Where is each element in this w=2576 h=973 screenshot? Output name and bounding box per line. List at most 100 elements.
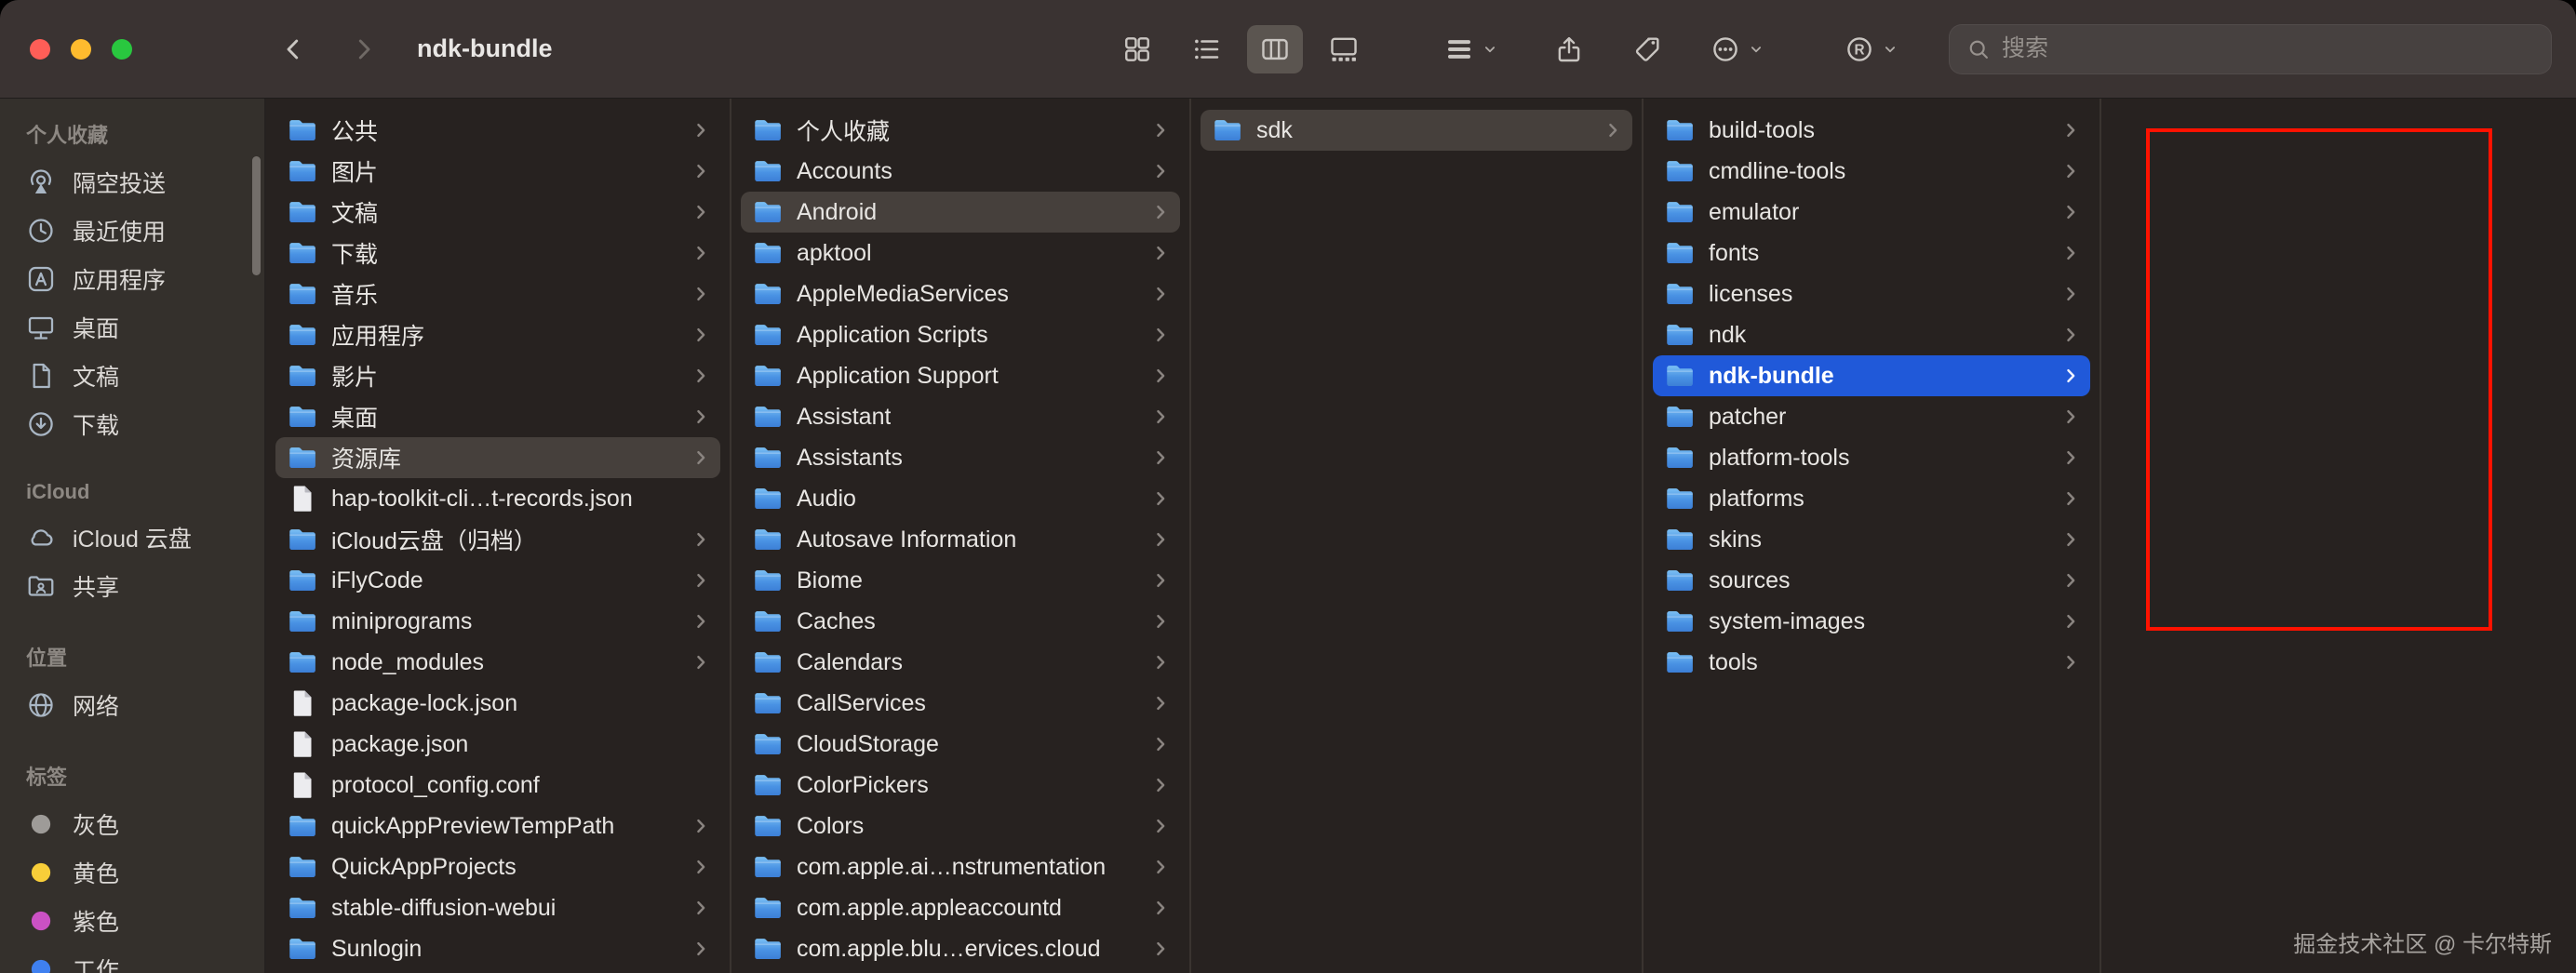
column-item[interactable]: Sunlogin [275,928,720,969]
chevron-right-icon [2060,407,2081,427]
column-item[interactable]: Colors [741,806,1180,846]
column-item[interactable]: protocol_config.conf [275,765,720,806]
sidebar-item[interactable]: 桌面 [0,303,264,352]
column-item[interactable]: hap-toolkit-cli…t-records.json [275,478,720,519]
column-item[interactable]: Assistant [741,396,1180,437]
sidebar-item[interactable]: 紫色 [0,897,264,945]
column-view-button[interactable] [1247,24,1303,73]
sidebar-item[interactable]: 隔空投送 [0,158,264,207]
column-item[interactable]: quickAppPreviewTempPath [275,806,720,846]
column-item[interactable]: skins [1653,519,2090,560]
tag-button[interactable] [1625,27,1670,72]
column-item[interactable]: CloudStorage [741,724,1180,765]
item-label: Application Scripts [797,321,988,348]
column-item[interactable]: 桌面 [275,396,720,437]
column-item[interactable]: patcher [1653,396,2090,437]
column-item[interactable]: com.apple.blu…ervices.cloud [741,928,1180,969]
column-item[interactable]: apktool [741,233,1180,273]
column-item[interactable]: Biome [741,560,1180,601]
sidebar-item[interactable]: 最近使用 [0,207,264,255]
column-item[interactable]: sources [1653,560,2090,601]
column-item[interactable]: Caches [741,601,1180,642]
icon-view-button[interactable] [1109,25,1165,73]
more-actions-button[interactable] [1703,27,1772,72]
sidebar-item[interactable]: 下载 [0,400,264,448]
column-item[interactable]: iFlyCode [275,560,720,601]
folder-icon [287,524,318,555]
column-item[interactable]: platform-tools [1653,437,2090,478]
column-item[interactable]: system-images [1653,601,2090,642]
column-item[interactable]: Application Support [741,355,1180,396]
column-item[interactable]: ndk-bundle [1653,355,2090,396]
column-item[interactable]: emulator [1653,192,2090,233]
column-item[interactable]: Audio [741,478,1180,519]
column-item[interactable]: 公共 [275,110,720,151]
column-item[interactable]: ColorPickers [741,765,1180,806]
column-item[interactable]: com.apple.ai…nstrumentation [741,846,1180,887]
column-item[interactable]: node_modules [275,642,720,683]
sidebar-item[interactable]: 网络 [0,681,264,729]
column-item[interactable]: Android [741,192,1180,233]
column-item[interactable]: stable-diffusion-webui [275,887,720,928]
column-item[interactable]: tools [1653,642,2090,683]
sidebar-item[interactable]: 灰色 [0,800,264,848]
column-item[interactable]: sdk [1201,110,1632,151]
column-item[interactable]: Calendars [741,642,1180,683]
column-item[interactable]: Assistants [741,437,1180,478]
column-item[interactable]: AppleMediaServices [741,273,1180,314]
column-item[interactable]: Autosave Information [741,519,1180,560]
minimize-button[interactable] [71,38,91,60]
sidebar-item[interactable]: 黄色 [0,848,264,897]
column-item[interactable]: iCloud云盘（归档） [275,519,720,560]
chevron-right-icon [1150,488,1171,509]
column-item[interactable]: QuickAppProjects [275,846,720,887]
sidebar-item[interactable]: 应用程序 [0,255,264,303]
column-item[interactable]: licenses [1653,273,2090,314]
column-item[interactable]: 音乐 [275,273,720,314]
column-item[interactable]: Application Scripts [741,314,1180,355]
sidebar-item-label: 应用程序 [73,268,167,294]
share-button[interactable] [1547,27,1591,72]
folder-icon [752,196,784,228]
back-button[interactable] [272,28,315,71]
list-view-button[interactable] [1178,25,1234,73]
column-item[interactable]: platforms [1653,478,2090,519]
column-item[interactable]: package-lock.json [275,683,720,724]
search-input[interactable] [2002,35,2534,62]
column-item[interactable]: 影片 [275,355,720,396]
column-item[interactable]: com.apple.appleaccountd [741,887,1180,928]
folder-icon [752,442,784,473]
share-icon [1554,34,1584,64]
column-item[interactable]: Accounts [741,151,1180,192]
column-item[interactable]: build-tools [1653,110,2090,151]
group-button[interactable] [1437,27,1506,72]
folder-icon [287,114,318,146]
column-item[interactable]: 下载 [275,233,720,273]
column-item[interactable]: 个人收藏 [741,110,1180,151]
folder-icon [1664,114,1696,146]
sidebar-item[interactable]: 工作 [0,945,264,973]
sidebar-section-items: 网络 [0,681,264,729]
column-item[interactable]: cmdline-tools [1653,151,2090,192]
item-label: tools [1709,648,1758,675]
close-button[interactable] [30,38,50,60]
column-item[interactable]: 资源库 [275,437,720,478]
column-item[interactable]: 应用程序 [275,314,720,355]
sidebar-item[interactable]: iCloud 云盘 [0,513,264,562]
column-item[interactable]: 图片 [275,151,720,192]
search-field[interactable] [1949,23,2552,74]
column-item[interactable]: ndk [1653,314,2090,355]
column-item[interactable]: fonts [1653,233,2090,273]
sidebar-item-label: 共享 [73,575,120,601]
column-item[interactable]: package.json [275,724,720,765]
column-item[interactable]: miniprograms [275,601,720,642]
forward-button[interactable] [342,28,385,71]
sidebar-scrollbar[interactable] [252,156,261,275]
sidebar-item[interactable]: 文稿 [0,352,264,400]
sidebar-item[interactable]: 共享 [0,562,264,610]
column-item[interactable]: 文稿 [275,192,720,233]
r-badge-button[interactable] [1837,27,1906,72]
zoom-button[interactable] [112,38,132,60]
column-item[interactable]: CallServices [741,683,1180,724]
gallery-view-button[interactable] [1316,25,1372,73]
